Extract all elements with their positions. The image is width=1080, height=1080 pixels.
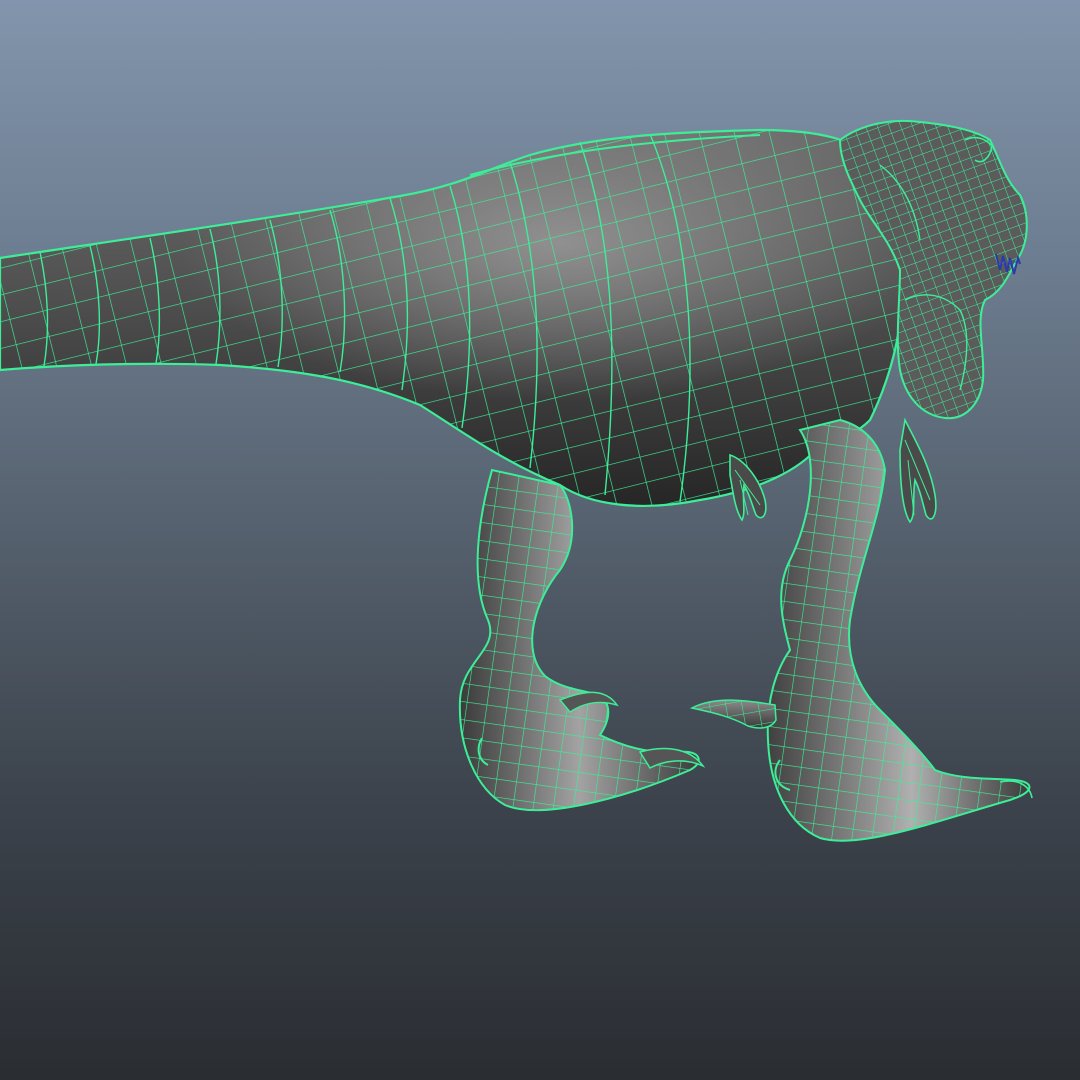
t-rex-model[interactable]: [0, 0, 1080, 1080]
3d-viewport[interactable]: [0, 0, 1080, 1080]
left-leg[interactable]: [458, 468, 706, 812]
right-arm[interactable]: [899, 417, 937, 524]
body-and-tail[interactable]: [0, 128, 904, 507]
